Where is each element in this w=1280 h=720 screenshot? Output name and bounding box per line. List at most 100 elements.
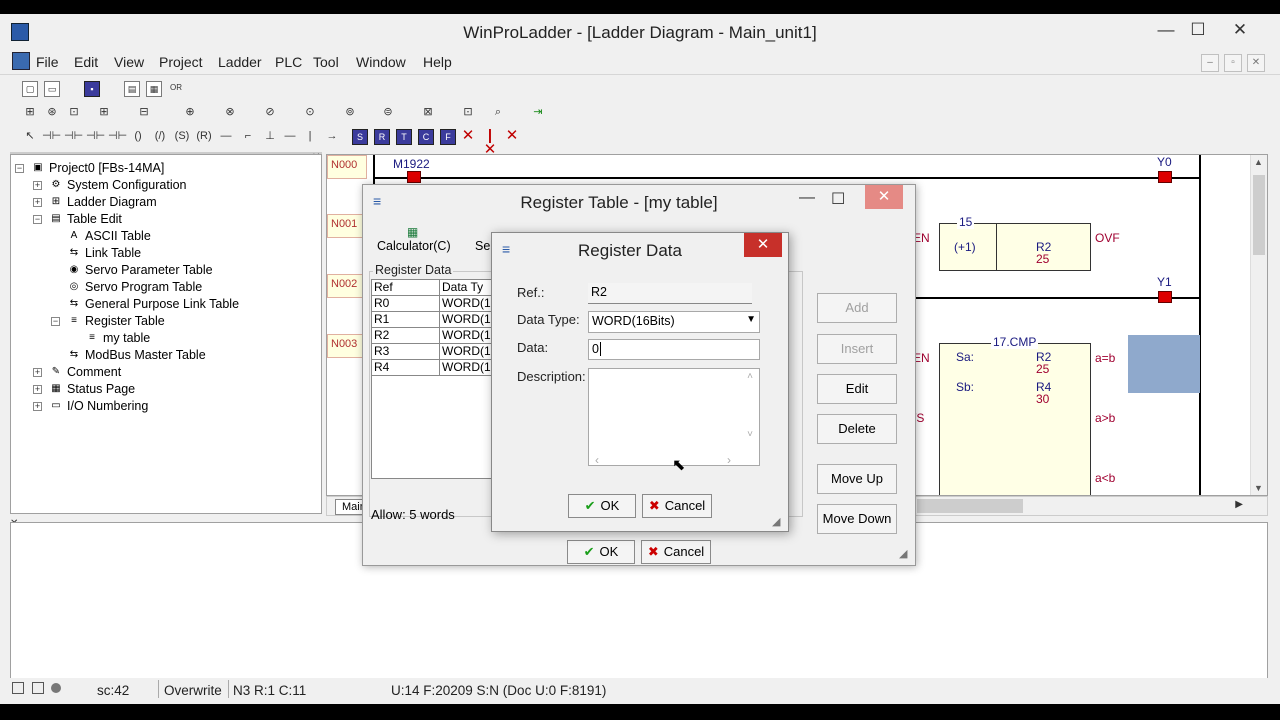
tree-expander[interactable]: + — [33, 368, 42, 377]
menu-project[interactable]: Project — [159, 54, 203, 70]
ok-button[interactable]: ✔ OK — [568, 494, 636, 518]
tree-item[interactable]: Register Table — [85, 314, 165, 328]
tree-expander[interactable]: + — [33, 181, 42, 190]
tool-icon-11[interactable]: ⊜ — [380, 105, 396, 121]
table-row-ref[interactable]: R4 — [372, 360, 440, 376]
delete-line-icon[interactable]: |✕ — [482, 128, 498, 157]
dialog-close-button[interactable]: ✕ — [744, 233, 782, 257]
menu-edit[interactable]: Edit — [74, 54, 98, 70]
tool-icon-9[interactable]: ⊙ — [302, 105, 318, 121]
scroll-right-icon[interactable]: ▶ — [1235, 499, 1243, 510]
tree-item[interactable]: Servo Program Table — [85, 280, 202, 294]
hscroll-thumb[interactable] — [917, 499, 1023, 513]
dialog-minimize-button[interactable]: — — [799, 189, 815, 207]
tree-expander[interactable]: + — [33, 198, 42, 207]
t-block-icon[interactable]: T — [396, 129, 412, 145]
mdi-close-button[interactable]: ✕ — [1247, 54, 1265, 72]
tree-item[interactable]: Ladder Diagram — [67, 195, 157, 209]
scroll-left-icon[interactable]: ‹ — [595, 453, 599, 467]
tool-icon-8[interactable]: ⊘ — [262, 105, 278, 121]
cell-cursor[interactable] — [1128, 335, 1200, 393]
pointer-icon[interactable]: ↖ — [22, 129, 38, 145]
scroll-down-icon[interactable]: ▼ — [1254, 483, 1263, 493]
tree-item[interactable]: I/O Numbering — [67, 399, 148, 413]
tool-icon-10[interactable]: ⊚ — [342, 105, 358, 121]
tree-expander[interactable]: − — [51, 317, 60, 326]
tree-item[interactable]: Project0 [FBs-14MA] — [49, 161, 164, 175]
menu-window[interactable]: Window — [356, 54, 406, 70]
hline-icon[interactable]: — — [218, 129, 234, 145]
tree-item[interactable]: Status Page — [67, 382, 135, 396]
minimize-button[interactable]: — — [1152, 18, 1180, 42]
data-type-select[interactable]: WORD(16Bits) ▼ — [588, 311, 760, 333]
mdi-restore-button[interactable]: ▫ — [1224, 54, 1242, 72]
tree-expander[interactable]: + — [33, 385, 42, 394]
table-row-ref[interactable]: R0 — [372, 296, 440, 312]
network-label[interactable]: N003 — [327, 334, 367, 358]
contact-marker[interactable] — [407, 171, 421, 183]
add-button[interactable]: Add — [817, 293, 897, 323]
delete-icon[interactable]: ✕ — [460, 128, 476, 145]
contact-up-icon[interactable]: ⊣⊢ — [86, 129, 105, 145]
scroll-down-icon[interactable]: ˅ — [747, 429, 753, 440]
coil-set-icon[interactable]: (S) — [174, 129, 190, 145]
tree-item[interactable]: General Purpose Link Table — [85, 297, 239, 311]
tree-item[interactable]: Servo Parameter Table — [85, 263, 213, 277]
tool-icon-6[interactable]: ⊕ — [182, 105, 198, 121]
arrow-right-icon[interactable]: → — [324, 129, 340, 145]
open-icon[interactable]: ▭ — [44, 81, 60, 97]
coil-y1[interactable] — [1158, 291, 1172, 303]
ok-button[interactable]: ✔ OK — [567, 540, 635, 564]
delete-block-icon[interactable]: ✕ — [504, 128, 520, 145]
dialog-maximize-button[interactable]: ☐ — [831, 189, 845, 209]
tree-item[interactable]: System Configuration — [67, 178, 187, 192]
tool-icon-12[interactable]: ⊠ — [420, 105, 436, 121]
table-row-ref[interactable]: R1 — [372, 312, 440, 328]
coil-y0[interactable] — [1158, 171, 1172, 183]
network-label[interactable]: N002 — [327, 274, 367, 298]
coil-reset-icon[interactable]: (R) — [196, 129, 212, 145]
move-up-button[interactable]: Move Up — [817, 464, 897, 494]
move-down-button[interactable]: Move Down — [817, 504, 897, 534]
s-block-icon[interactable]: S — [352, 129, 368, 145]
insert-button[interactable]: Insert — [817, 334, 897, 364]
tree-item[interactable]: Link Table — [85, 246, 141, 260]
tree-expander[interactable]: − — [33, 215, 42, 224]
column-header-ref[interactable]: Ref — [372, 280, 440, 296]
resize-grip-icon[interactable]: ◢ — [772, 515, 780, 528]
or-and-icon[interactable]: OR — [168, 81, 184, 97]
table-row-ref[interactable]: R3 — [372, 344, 440, 360]
tool-icon-13[interactable]: ⊡ — [460, 105, 476, 121]
tool-icon-14[interactable]: ⇥ — [530, 105, 546, 121]
ladder-vertical-scrollbar[interactable]: ▲ ▼ — [1250, 155, 1267, 495]
tree-item[interactable]: my table — [103, 331, 150, 345]
scroll-up-icon[interactable]: ˄ — [747, 371, 753, 382]
dialog-close-button[interactable]: ✕ — [865, 185, 903, 209]
tree-expander[interactable]: − — [15, 164, 24, 173]
tree-item[interactable]: Comment — [67, 365, 121, 379]
c-block-icon[interactable]: C — [418, 129, 434, 145]
menu-help[interactable]: Help — [423, 54, 452, 70]
tree-item[interactable]: ModBus Master Table — [85, 348, 206, 362]
menu-plc[interactable]: PLC — [275, 54, 302, 70]
menu-view[interactable]: View — [114, 54, 144, 70]
cancel-button[interactable]: ✖ Cancel — [641, 540, 711, 564]
tree-item[interactable]: ASCII Table — [85, 229, 151, 243]
vbar-icon[interactable]: | — [302, 129, 318, 145]
tool-icon-7[interactable]: ⊗ — [222, 105, 238, 121]
se-button[interactable]: Se — [475, 239, 490, 253]
tool-icon-5[interactable]: ⊟ — [136, 105, 152, 121]
doc-icon[interactable] — [12, 52, 30, 70]
new-icon[interactable]: ▢ — [22, 81, 38, 97]
contact-no-icon[interactable]: ⊣⊢ — [42, 129, 61, 145]
tool-icon-2[interactable]: ⊛ — [44, 105, 60, 121]
resize-grip-icon[interactable]: ◢ — [899, 547, 907, 560]
project-icon[interactable]: ▤ — [124, 81, 140, 97]
cancel-button[interactable]: ✖ Cancel — [642, 494, 712, 518]
branch-icon[interactable]: ⊥ — [262, 129, 278, 145]
edit-button[interactable]: Edit — [817, 374, 897, 404]
coil-icon[interactable]: () — [130, 129, 146, 145]
menu-file[interactable]: File — [36, 54, 59, 70]
data-input[interactable]: 0 — [588, 339, 760, 360]
scroll-right-icon[interactable]: › — [727, 453, 731, 467]
